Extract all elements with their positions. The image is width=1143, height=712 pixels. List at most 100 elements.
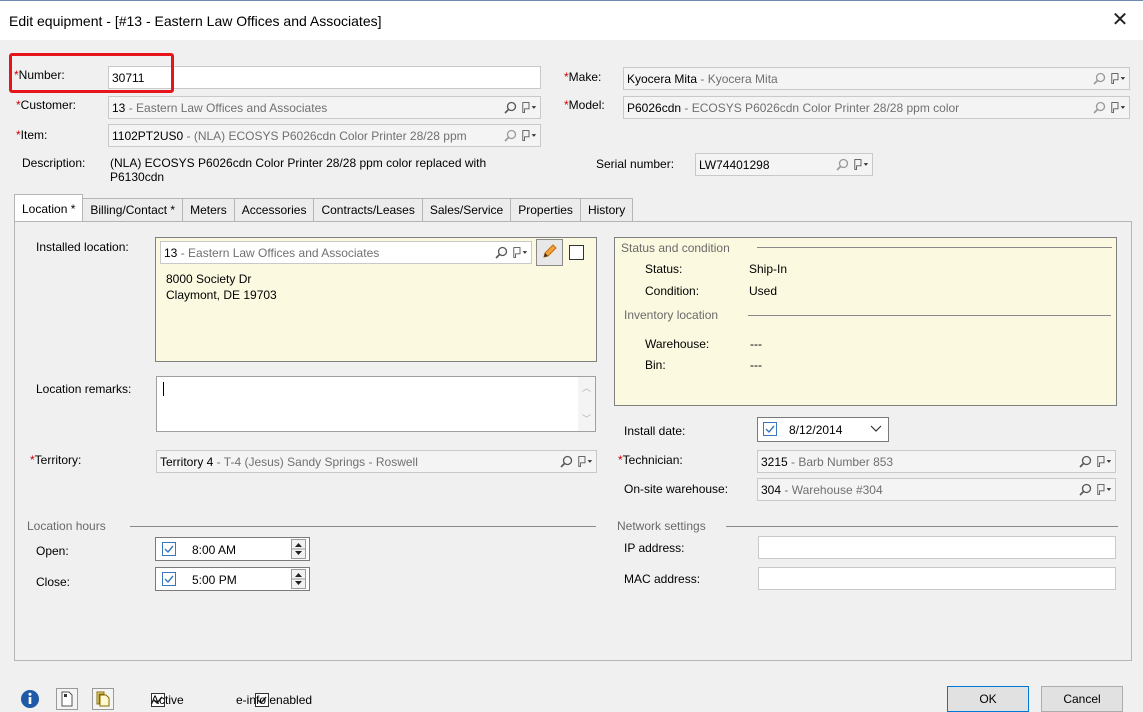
flag-dropdown-icon[interactable] bbox=[853, 156, 869, 172]
tab-strip: Location * Billing/Contact * Meters Acce… bbox=[14, 194, 634, 221]
search-icon[interactable] bbox=[493, 244, 509, 260]
open-time-value: 8:00 AM bbox=[192, 543, 237, 557]
tab-properties[interactable]: Properties bbox=[510, 198, 581, 221]
edit-location-button[interactable] bbox=[536, 239, 563, 266]
ip-address-label: IP address: bbox=[624, 541, 685, 555]
warehouse-label: Warehouse: bbox=[645, 337, 710, 351]
title-bar: Edit equipment - [#13 - Eastern Law Offi… bbox=[0, 0, 1143, 40]
customer-label: *Customer: bbox=[16, 98, 77, 112]
copy-icon[interactable] bbox=[92, 688, 114, 710]
status-condition-title: Status and condition bbox=[621, 241, 730, 255]
status-divider bbox=[757, 247, 1112, 248]
search-icon[interactable] bbox=[502, 99, 518, 115]
bin-label: Bin: bbox=[645, 358, 666, 372]
customer-field[interactable]: 13 - Eastern Law Offices and Associates bbox=[108, 96, 541, 119]
location-hours-divider bbox=[130, 526, 596, 527]
flag-dropdown-icon[interactable] bbox=[1096, 481, 1112, 497]
text-cursor bbox=[163, 382, 164, 396]
open-spin-buttons[interactable] bbox=[291, 539, 306, 559]
open-label: Open: bbox=[36, 544, 69, 558]
install-date-checkbox[interactable] bbox=[763, 422, 777, 436]
location-override-checkbox[interactable] bbox=[569, 245, 584, 260]
network-divider bbox=[726, 526, 1118, 527]
warehouse-value: --- bbox=[750, 337, 762, 351]
inventory-divider bbox=[748, 315, 1111, 316]
search-icon[interactable] bbox=[1077, 453, 1093, 469]
territory-field[interactable]: Territory 4 - T-4 (Jesus) Sandy Springs … bbox=[156, 450, 597, 473]
installed-address: 8000 Society Dr Claymont, DE 19703 bbox=[166, 272, 277, 302]
description-label: Description: bbox=[22, 156, 86, 170]
installed-location-field[interactable]: 13 - Eastern Law Offices and Associates bbox=[160, 241, 532, 264]
tab-billing-contact[interactable]: Billing/Contact * bbox=[82, 198, 184, 221]
chevron-down-icon[interactable] bbox=[870, 422, 882, 437]
technician-label: *Technician: bbox=[618, 453, 683, 467]
ok-button[interactable]: OK bbox=[947, 686, 1029, 712]
flag-dropdown-icon[interactable] bbox=[1096, 453, 1112, 469]
info-icon[interactable] bbox=[19, 688, 41, 710]
location-remarks-textarea[interactable]: ︿ ﹀ bbox=[156, 376, 596, 432]
document-icon[interactable] bbox=[56, 688, 78, 710]
status-value: Ship-In bbox=[749, 262, 788, 276]
serial-label: Serial number: bbox=[596, 157, 675, 171]
flag-dropdown-icon[interactable] bbox=[577, 453, 593, 469]
install-date-picker[interactable]: 8/12/2014 bbox=[757, 417, 889, 442]
ip-address-input[interactable] bbox=[758, 536, 1116, 559]
tab-sales-service[interactable]: Sales/Service bbox=[421, 198, 512, 221]
model-field[interactable]: P6026cdn - ECOSYS P6026cdn Color Printer… bbox=[623, 96, 1130, 119]
search-icon[interactable] bbox=[502, 127, 518, 143]
make-field[interactable]: Kyocera Mita - Kyocera Mita bbox=[623, 67, 1130, 90]
scroll-down-icon[interactable]: ﹀ bbox=[578, 412, 595, 425]
flag-dropdown-icon[interactable] bbox=[521, 127, 537, 143]
flag-dropdown-icon[interactable] bbox=[512, 244, 528, 260]
territory-label: *Territory: bbox=[30, 453, 82, 467]
description-text: (NLA) ECOSYS P6026cdn Color Printer 28/2… bbox=[110, 156, 487, 184]
tab-contracts-leases[interactable]: Contracts/Leases bbox=[313, 198, 423, 221]
scroll-up-icon[interactable]: ︿ bbox=[578, 381, 595, 394]
make-label: *Make: bbox=[564, 70, 602, 84]
close-time-picker[interactable]: 5:00 PM bbox=[155, 567, 310, 591]
network-settings-title: Network settings bbox=[617, 519, 706, 533]
flag-dropdown-icon[interactable] bbox=[521, 99, 537, 115]
open-time-picker[interactable]: 8:00 AM bbox=[155, 537, 310, 561]
serial-field[interactable]: LW74401298 bbox=[695, 153, 873, 176]
active-label: Active bbox=[151, 693, 184, 707]
window-title: Edit equipment - [#13 - Eastern Law Offi… bbox=[9, 13, 382, 29]
location-remarks-label: Location remarks: bbox=[36, 382, 132, 396]
open-enabled-checkbox[interactable] bbox=[162, 542, 176, 556]
inventory-location-title: Inventory location bbox=[624, 308, 719, 322]
tab-accessories[interactable]: Accessories bbox=[233, 198, 315, 221]
close-time-value: 5:00 PM bbox=[192, 573, 237, 587]
location-hours-title: Location hours bbox=[27, 519, 106, 533]
tab-location[interactable]: Location * bbox=[14, 194, 84, 221]
search-icon[interactable] bbox=[834, 156, 850, 172]
search-icon[interactable] bbox=[1077, 481, 1093, 497]
condition-label: Condition: bbox=[645, 284, 700, 298]
install-date-value: 8/12/2014 bbox=[789, 423, 843, 437]
search-icon[interactable] bbox=[1091, 99, 1107, 115]
onsite-warehouse-field[interactable]: 304 - Warehouse #304 bbox=[757, 478, 1116, 501]
technician-field[interactable]: 3215 - Barb Number 853 bbox=[757, 450, 1116, 473]
tab-history[interactable]: History bbox=[579, 198, 634, 221]
pencil-icon bbox=[541, 242, 559, 263]
mac-address-input[interactable] bbox=[758, 567, 1116, 590]
close-spin-buttons[interactable] bbox=[291, 569, 306, 589]
mac-address-label: MAC address: bbox=[624, 572, 701, 586]
close-label: Close: bbox=[36, 575, 71, 589]
close-icon[interactable]: ✕ bbox=[1109, 9, 1131, 31]
item-field[interactable]: 1102PT2US0 - (NLA) ECOSYS P6026cdn Color… bbox=[108, 124, 541, 147]
flag-dropdown-icon[interactable] bbox=[1110, 99, 1126, 115]
search-icon[interactable] bbox=[1091, 70, 1107, 86]
search-icon[interactable] bbox=[558, 453, 574, 469]
cancel-button[interactable]: Cancel bbox=[1041, 686, 1123, 712]
bin-value: --- bbox=[750, 358, 762, 372]
onsite-warehouse-label: On-site warehouse: bbox=[624, 482, 729, 496]
item-label: *Item: bbox=[16, 128, 48, 142]
tab-meters[interactable]: Meters bbox=[182, 198, 235, 221]
remarks-scrollbar[interactable]: ︿ ﹀ bbox=[578, 377, 595, 431]
close-enabled-checkbox[interactable] bbox=[162, 572, 176, 586]
einfo-label: e-info enabled bbox=[236, 693, 313, 707]
status-label: Status: bbox=[645, 262, 683, 276]
condition-value: Used bbox=[749, 284, 778, 298]
flag-dropdown-icon[interactable] bbox=[1110, 70, 1126, 86]
install-date-label: Install date: bbox=[624, 424, 686, 438]
